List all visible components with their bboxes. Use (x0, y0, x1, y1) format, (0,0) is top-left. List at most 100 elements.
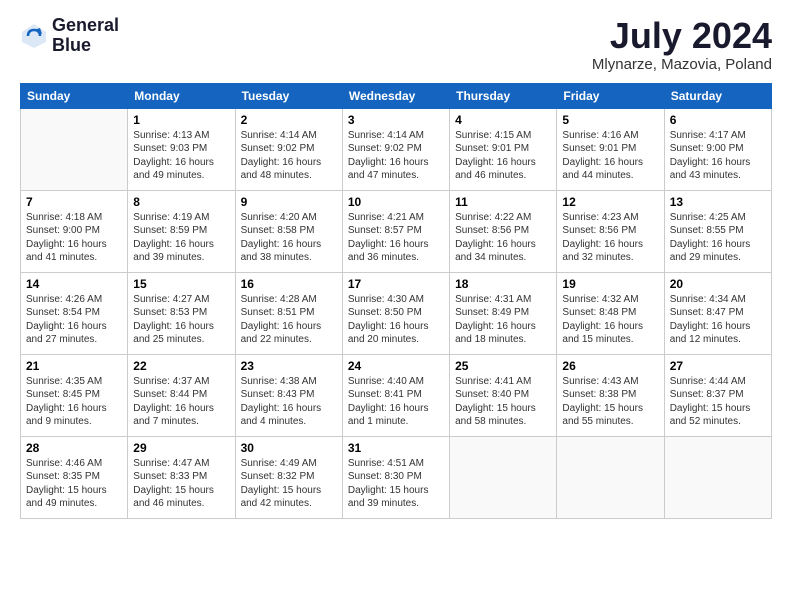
col-sunday: Sunday (21, 83, 128, 108)
day-info: Sunrise: 4:17 AMSunset: 9:00 PMDaylight:… (670, 129, 766, 183)
table-row: 29 Sunrise: 4:47 AMSunset: 8:33 PMDayligh… (128, 436, 235, 518)
day-number: 20 (670, 277, 766, 291)
logo-icon (20, 22, 48, 50)
day-info: Sunrise: 4:26 AMSunset: 8:54 PMDaylight:… (26, 293, 122, 347)
day-number: 8 (133, 195, 229, 209)
day-info: Sunrise: 4:21 AMSunset: 8:57 PMDaylight:… (348, 211, 444, 265)
calendar-week-5: 28Sunrise: 4:46 AMSunset: 8:35 PMDayligh… (21, 436, 772, 518)
day-info: Sunrise: 4:20 AMSunset: 8:58 PMDaylight:… (241, 211, 337, 265)
day-number: 18 (455, 277, 551, 291)
day-number: 27 (670, 359, 766, 373)
table-row: 5 Sunrise: 4:16 AMSunset: 9:01 PMDaylight… (557, 108, 664, 190)
table-row: 13Sunrise: 4:25 AMSunset: 8:55 PMDayligh… (664, 190, 771, 272)
table-row: 23 Sunrise: 4:38 AMSunset: 8:43 PMDayligh… (235, 354, 342, 436)
day-number: 30 (241, 441, 337, 455)
calendar-header-row: Sunday Monday Tuesday Wednesday Thursday… (21, 83, 772, 108)
calendar-week-3: 14 Sunrise: 4:26 AMSunset: 8:54 PMDayligh… (21, 272, 772, 354)
table-row (664, 436, 771, 518)
day-number: 2 (241, 113, 337, 127)
day-number: 23 (241, 359, 337, 373)
day-info: Sunrise: 4:38 AMSunset: 8:43 PMDaylight:… (241, 375, 337, 429)
day-number: 31 (348, 441, 444, 455)
day-info: Sunrise: 4:43 AMSunset: 8:38 PMDaylight:… (562, 375, 658, 429)
day-number: 13 (670, 195, 766, 209)
table-row: 21 Sunrise: 4:35 AMSunset: 8:45 PMDayligh… (21, 354, 128, 436)
day-info: Sunrise: 4:22 AMSunset: 8:56 PMDaylight:… (455, 211, 551, 265)
table-row: 27 Sunrise: 4:44 AMSunset: 8:37 PMDayligh… (664, 354, 771, 436)
table-row: 9 Sunrise: 4:20 AMSunset: 8:58 PMDaylight… (235, 190, 342, 272)
day-number: 15 (133, 277, 229, 291)
page: General Blue July 2024 Mlynarze, Mazovia… (0, 0, 792, 529)
day-number: 3 (348, 113, 444, 127)
table-row: 25Sunrise: 4:41 AMSunset: 8:40 PMDayligh… (450, 354, 557, 436)
table-row (557, 436, 664, 518)
day-info: Sunrise: 4:34 AMSunset: 8:47 PMDaylight:… (670, 293, 766, 347)
table-row: 22 Sunrise: 4:37 AMSunset: 8:44 PMDayligh… (128, 354, 235, 436)
day-info: Sunrise: 4:13 AMSunset: 9:03 PMDaylight:… (133, 129, 229, 183)
table-row: 20 Sunrise: 4:34 AMSunset: 8:47 PMDayligh… (664, 272, 771, 354)
col-saturday: Saturday (664, 83, 771, 108)
day-number: 7 (26, 195, 122, 209)
table-row (450, 436, 557, 518)
col-wednesday: Wednesday (342, 83, 449, 108)
day-info: Sunrise: 4:30 AMSunset: 8:50 PMDaylight:… (348, 293, 444, 347)
day-number: 22 (133, 359, 229, 373)
day-info: Sunrise: 4:16 AMSunset: 9:01 PMDaylight:… (562, 129, 658, 183)
table-row: 28Sunrise: 4:46 AMSunset: 8:35 PMDayligh… (21, 436, 128, 518)
logo-text: General Blue (52, 16, 119, 56)
table-row: 16Sunrise: 4:28 AMSunset: 8:51 PMDayligh… (235, 272, 342, 354)
table-row: 17Sunrise: 4:30 AMSunset: 8:50 PMDayligh… (342, 272, 449, 354)
day-number: 10 (348, 195, 444, 209)
day-info: Sunrise: 4:18 AMSunset: 9:00 PMDaylight:… (26, 211, 122, 265)
day-info: Sunrise: 4:37 AMSunset: 8:44 PMDaylight:… (133, 375, 229, 429)
title-block: July 2024 Mlynarze, Mazovia, Poland (592, 16, 772, 73)
day-number: 25 (455, 359, 551, 373)
day-number: 24 (348, 359, 444, 373)
table-row: 7 Sunrise: 4:18 AMSunset: 9:00 PMDaylight… (21, 190, 128, 272)
table-row: 11Sunrise: 4:22 AMSunset: 8:56 PMDayligh… (450, 190, 557, 272)
day-info: Sunrise: 4:23 AMSunset: 8:56 PMDaylight:… (562, 211, 658, 265)
main-title: July 2024 (592, 16, 772, 56)
day-number: 21 (26, 359, 122, 373)
day-info: Sunrise: 4:32 AMSunset: 8:48 PMDaylight:… (562, 293, 658, 347)
day-number: 6 (670, 113, 766, 127)
day-info: Sunrise: 4:28 AMSunset: 8:51 PMDaylight:… (241, 293, 337, 347)
day-info: Sunrise: 4:47 AMSunset: 8:33 PMDaylight:… (133, 457, 229, 511)
table-row: 2Sunrise: 4:14 AMSunset: 9:02 PMDaylight… (235, 108, 342, 190)
day-info: Sunrise: 4:49 AMSunset: 8:32 PMDaylight:… (241, 457, 337, 511)
day-number: 9 (241, 195, 337, 209)
day-number: 26 (562, 359, 658, 373)
col-friday: Friday (557, 83, 664, 108)
day-info: Sunrise: 4:35 AMSunset: 8:45 PMDaylight:… (26, 375, 122, 429)
day-number: 1 (133, 113, 229, 127)
table-row: 30 Sunrise: 4:49 AMSunset: 8:32 PMDayligh… (235, 436, 342, 518)
col-tuesday: Tuesday (235, 83, 342, 108)
table-row: 12Sunrise: 4:23 AMSunset: 8:56 PMDayligh… (557, 190, 664, 272)
calendar-week-1: 1 Sunrise: 4:13 AMSunset: 9:03 PMDaylight… (21, 108, 772, 190)
table-row: 19 Sunrise: 4:32 AMSunset: 8:48 PMDayligh… (557, 272, 664, 354)
day-number: 5 (562, 113, 658, 127)
table-row: 26 Sunrise: 4:43 AMSunset: 8:38 PMDayligh… (557, 354, 664, 436)
calendar: Sunday Monday Tuesday Wednesday Thursday… (20, 83, 772, 519)
table-row: 18Sunrise: 4:31 AMSunset: 8:49 PMDayligh… (450, 272, 557, 354)
day-number: 19 (562, 277, 658, 291)
table-row: 8Sunrise: 4:19 AMSunset: 8:59 PMDaylight… (128, 190, 235, 272)
subtitle: Mlynarze, Mazovia, Poland (592, 56, 772, 73)
header: General Blue July 2024 Mlynarze, Mazovia… (20, 16, 772, 73)
table-row: 1 Sunrise: 4:13 AMSunset: 9:03 PMDaylight… (128, 108, 235, 190)
day-number: 14 (26, 277, 122, 291)
table-row: 3 Sunrise: 4:14 AMSunset: 9:02 PMDaylight… (342, 108, 449, 190)
day-info: Sunrise: 4:40 AMSunset: 8:41 PMDaylight:… (348, 375, 444, 429)
day-info: Sunrise: 4:27 AMSunset: 8:53 PMDaylight:… (133, 293, 229, 347)
table-row: 31 Sunrise: 4:51 AMSunset: 8:30 PMDayligh… (342, 436, 449, 518)
calendar-week-4: 21 Sunrise: 4:35 AMSunset: 8:45 PMDayligh… (21, 354, 772, 436)
day-info: Sunrise: 4:51 AMSunset: 8:30 PMDaylight:… (348, 457, 444, 511)
table-row: 10 Sunrise: 4:21 AMSunset: 8:57 PMDayligh… (342, 190, 449, 272)
table-row (21, 108, 128, 190)
day-info: Sunrise: 4:15 AMSunset: 9:01 PMDaylight:… (455, 129, 551, 183)
table-row: 6 Sunrise: 4:17 AMSunset: 9:00 PMDaylight… (664, 108, 771, 190)
day-info: Sunrise: 4:46 AMSunset: 8:35 PMDaylight:… (26, 457, 122, 511)
day-number: 29 (133, 441, 229, 455)
day-info: Sunrise: 4:44 AMSunset: 8:37 PMDaylight:… (670, 375, 766, 429)
day-info: Sunrise: 4:14 AMSunset: 9:02 PMDaylight:… (348, 129, 444, 183)
